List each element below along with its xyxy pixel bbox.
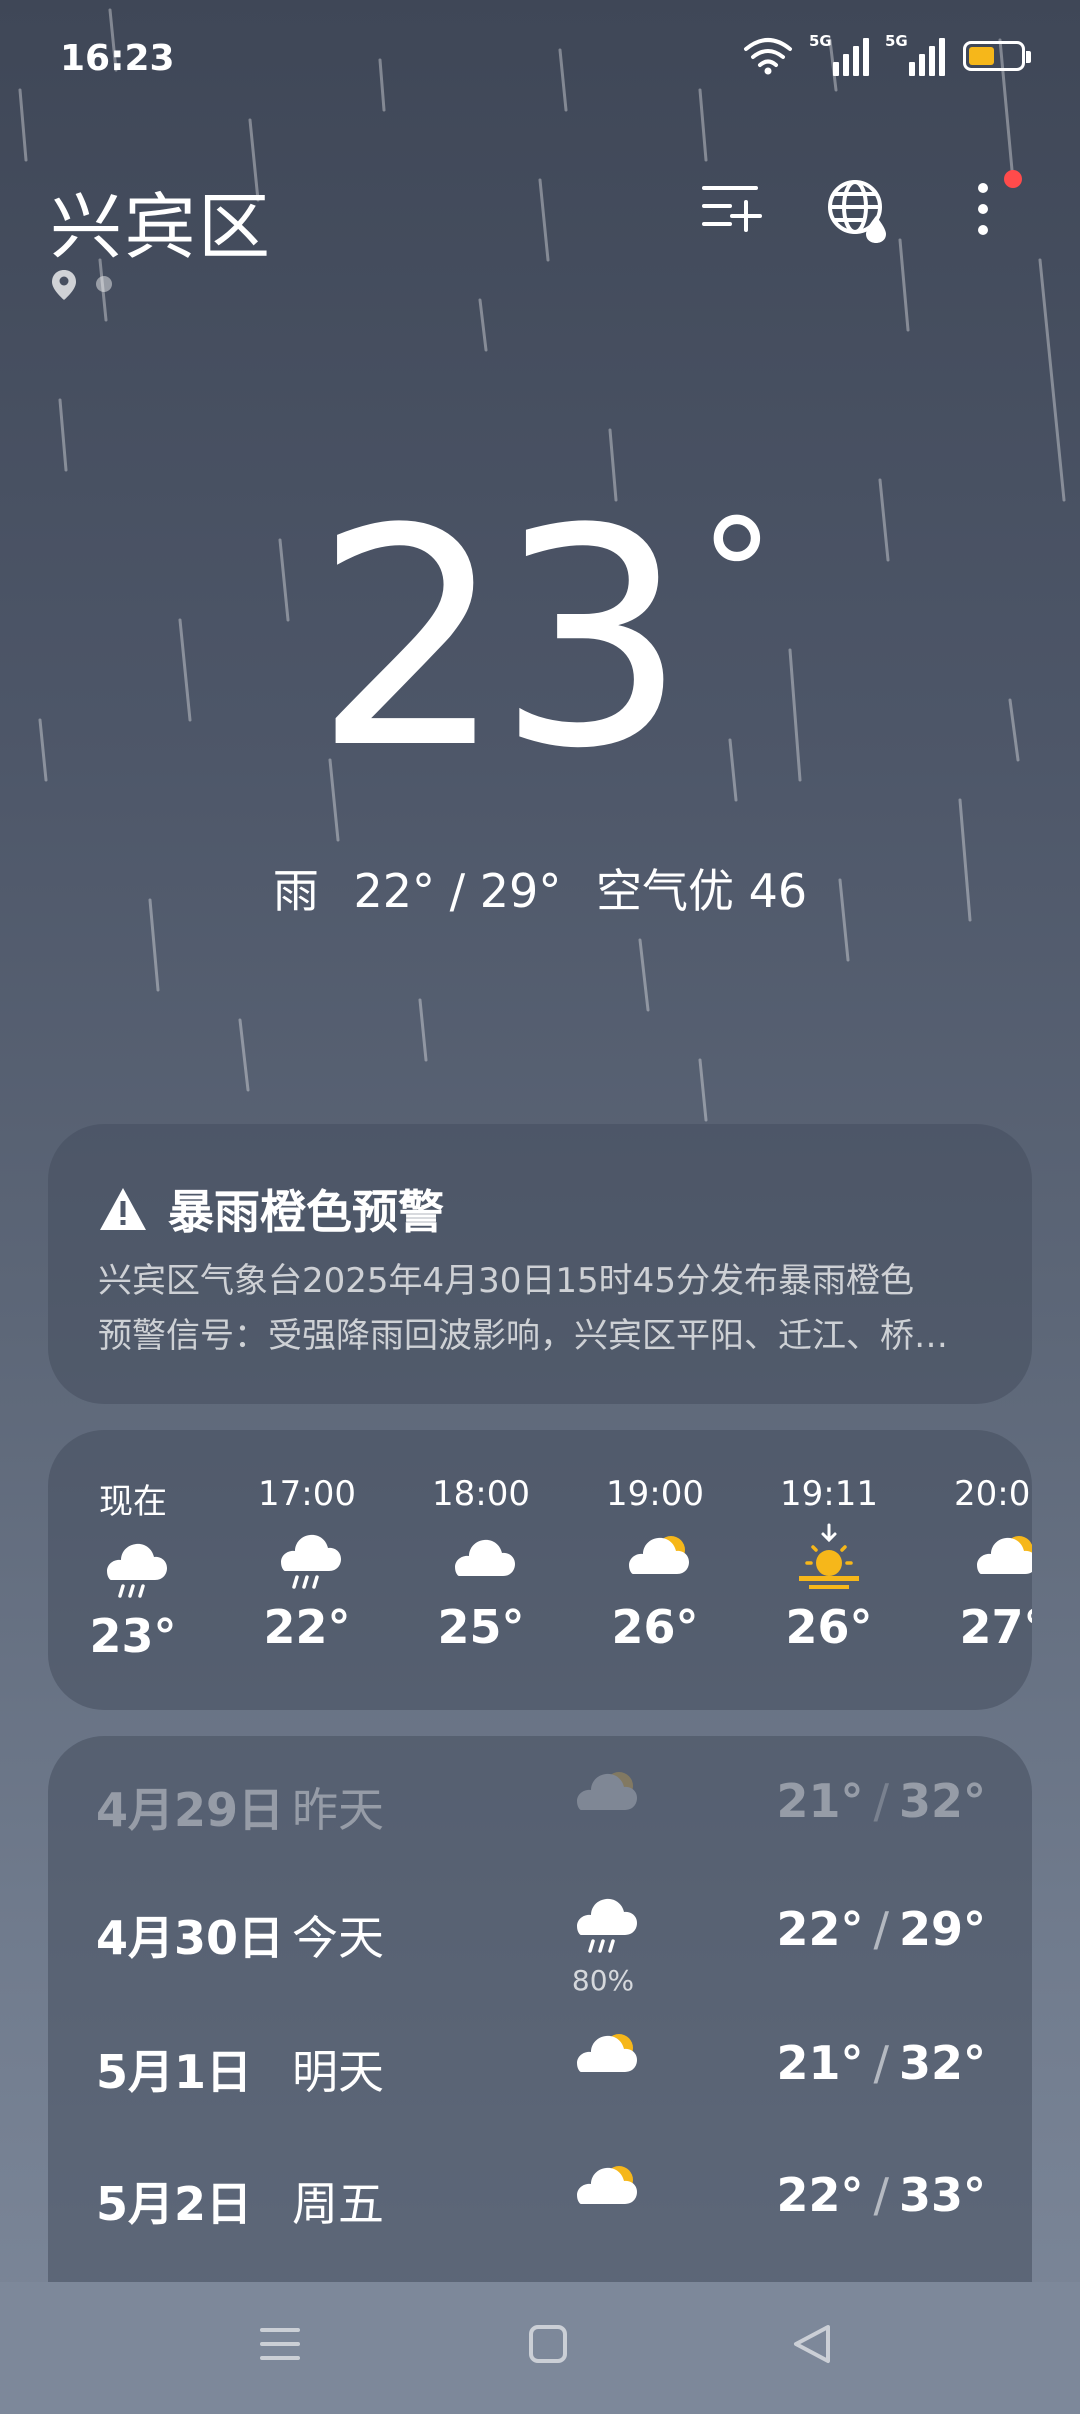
hourly-item: 19:00 26° bbox=[570, 1474, 740, 1654]
partly-cloudy-icon bbox=[558, 1756, 648, 1836]
globe-weather-icon[interactable] bbox=[826, 178, 892, 244]
daily-date: 5月2日 bbox=[96, 2177, 253, 2231]
daily-row[interactable]: 5月1日 明天 21°/32° bbox=[48, 1998, 1032, 2118]
daily-temp-range: 21°/32° bbox=[776, 1774, 986, 1828]
daily-date: 4月29日 bbox=[96, 1783, 285, 1837]
status-icons: 5G 5G bbox=[743, 32, 1031, 76]
wifi-icon bbox=[744, 38, 792, 75]
hourly-temp: 25° bbox=[437, 1600, 525, 1654]
current-summary[interactable]: 雨 22° / 29° 空气优 46 bbox=[0, 855, 1080, 921]
daily-date: 5月1日 bbox=[96, 2045, 253, 2099]
rain-cloud-icon bbox=[48, 1529, 218, 1609]
daily-temp-range: 22°/29° bbox=[776, 1902, 986, 1956]
partly-cloudy-icon bbox=[918, 1520, 1032, 1600]
daily-row[interactable]: 5月2日 周五 22°/33° bbox=[48, 2130, 1032, 2250]
sunset-icon bbox=[744, 1520, 914, 1600]
warning-title: 暴雨橙色预警 bbox=[168, 1185, 444, 1239]
hourly-item: 19:11 26° bbox=[744, 1474, 914, 1654]
hourly-time: 17:00 bbox=[258, 1474, 356, 1514]
hourly-temp: 26° bbox=[785, 1600, 873, 1654]
daily-day: 明天 bbox=[292, 2045, 384, 2099]
partly-cloudy-icon bbox=[570, 1520, 740, 1600]
cellular-signal-2-icon: 5G bbox=[885, 32, 945, 76]
air-quality[interactable]: 空气优 46 bbox=[596, 864, 807, 918]
daily-date: 4月30日 bbox=[96, 1911, 285, 1965]
warning-icon bbox=[100, 1188, 146, 1230]
daily-row[interactable]: 4月29日 昨天 21°/32° bbox=[48, 1736, 1032, 1856]
hourly-time: 18:00 bbox=[432, 1474, 530, 1514]
precip-probability: 80% bbox=[571, 1964, 635, 1997]
hourly-temp: 26° bbox=[611, 1600, 699, 1654]
menu-nav-icon[interactable] bbox=[258, 2322, 302, 2366]
partly-cloudy-icon bbox=[558, 2018, 648, 2098]
daily-row[interactable]: 4月30日 今天 80% 22°/29° bbox=[48, 1864, 1032, 1997]
navigation-bar bbox=[0, 2282, 1080, 2414]
home-nav-icon[interactable] bbox=[526, 2322, 570, 2366]
battery-icon bbox=[963, 41, 1031, 71]
notification-dot bbox=[1004, 170, 1022, 188]
daily-temp-range: 21°/32° bbox=[776, 2036, 986, 2090]
hourly-item: 20:00 27° bbox=[918, 1474, 1032, 1654]
city-list-add-icon[interactable] bbox=[700, 180, 764, 236]
current-condition: 雨 bbox=[272, 864, 319, 918]
hourly-temp: 22° bbox=[263, 1600, 351, 1654]
hourly-time: 19:00 bbox=[606, 1474, 704, 1514]
status-time: 16:23 bbox=[60, 38, 175, 79]
rain-cloud-icon bbox=[222, 1520, 392, 1600]
daily-day: 昨天 bbox=[292, 1783, 384, 1837]
daily-forecast-card[interactable]: 4月29日 昨天 21°/32° 4月30日 今天 80% 22°/29° 5月… bbox=[48, 1736, 1032, 2296]
daily-temp-range: 22°/33° bbox=[776, 2168, 986, 2222]
weather-warning-card[interactable]: 暴雨橙色预警 兴宾区气象台2025年4月30日15时45分发布暴雨橙色 预警信号… bbox=[48, 1124, 1032, 1404]
page-indicator-dot bbox=[96, 276, 112, 292]
hourly-temp: 23° bbox=[89, 1609, 177, 1663]
partly-cloudy-icon bbox=[558, 2150, 648, 2230]
hourly-time: 现在 bbox=[99, 1482, 167, 1522]
daily-day: 周五 bbox=[292, 2177, 384, 2231]
current-range: 22° / 29° bbox=[353, 864, 562, 918]
daily-day: 今天 bbox=[292, 1911, 384, 1965]
city-name[interactable]: 兴宾区 bbox=[50, 168, 272, 273]
hourly-item: 17:00 22° bbox=[222, 1474, 392, 1654]
cloud-icon bbox=[396, 1520, 566, 1600]
hourly-item: 现在 23° bbox=[48, 1474, 218, 1663]
hourly-forecast-card[interactable]: 现在 23° 17:00 22° 18:00 25° 19:00 26° 19:… bbox=[48, 1430, 1032, 1710]
rain-cloud-icon bbox=[558, 1884, 648, 1964]
hourly-item: 18:00 25° bbox=[396, 1474, 566, 1654]
hourly-time: 19:11 bbox=[780, 1474, 878, 1514]
more-menu-icon[interactable] bbox=[968, 180, 1018, 240]
warning-description: 兴宾区气象台2025年4月30日15时45分发布暴雨橙色 预警信号：受强降雨回波… bbox=[98, 1261, 948, 1356]
back-nav-icon[interactable] bbox=[790, 2322, 834, 2366]
hourly-temp: 27° bbox=[959, 1600, 1032, 1654]
location-pin-icon bbox=[52, 270, 76, 300]
hourly-time: 20:00 bbox=[954, 1474, 1032, 1514]
cellular-signal-1-icon: 5G bbox=[809, 32, 869, 76]
current-temperature: 23 ° bbox=[313, 465, 775, 814]
